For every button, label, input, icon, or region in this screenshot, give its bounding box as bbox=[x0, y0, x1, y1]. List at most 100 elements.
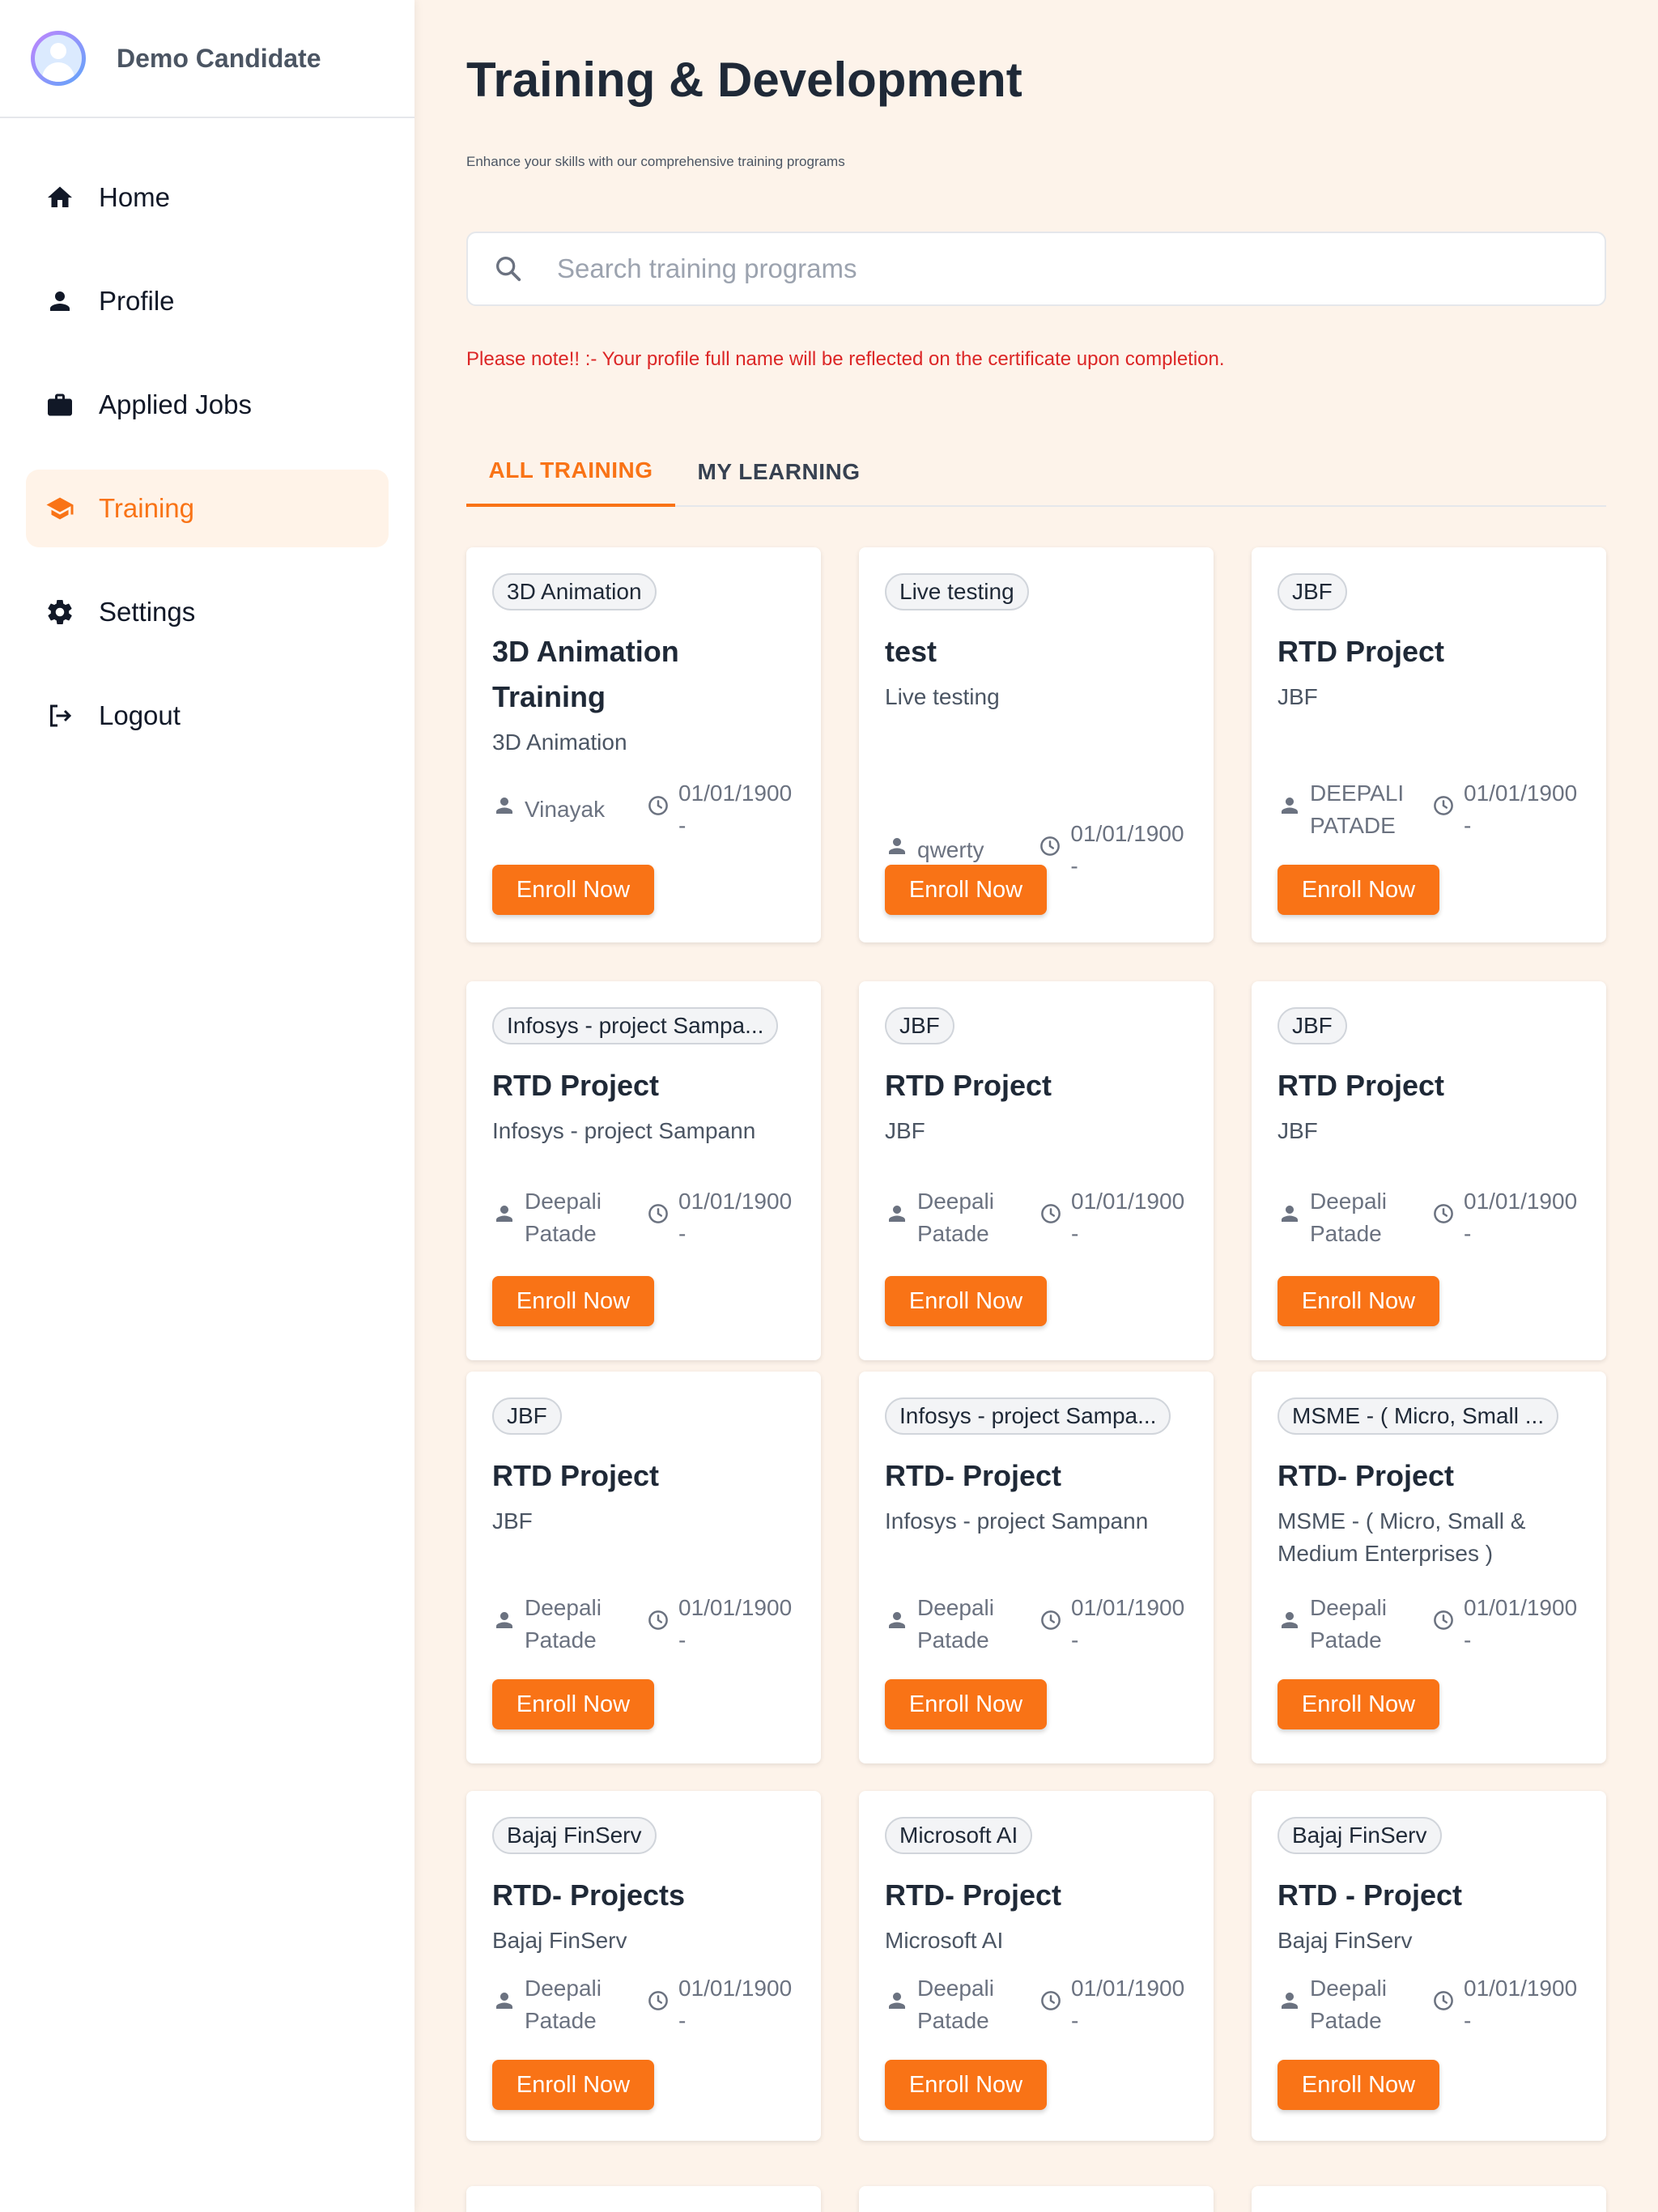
sidebar-item-applied-jobs[interactable]: Applied Jobs bbox=[26, 366, 389, 444]
enroll-now-button[interactable]: Enroll Now bbox=[885, 2060, 1047, 2110]
person-icon bbox=[885, 1989, 917, 2022]
training-card: JBF RTD Project JBF DEEPALI PATADE 01/01/190… bbox=[1252, 547, 1606, 942]
enroll-now-button[interactable]: Enroll Now bbox=[1278, 865, 1439, 915]
page-title: Training & Development bbox=[466, 53, 1022, 107]
card-title: RTD- Projects bbox=[492, 1878, 686, 1912]
clock-icon bbox=[1039, 1989, 1071, 2022]
enroll-now-button[interactable]: Enroll Now bbox=[1278, 2060, 1439, 2110]
author-name: Vinayak bbox=[525, 797, 606, 822]
enroll-now-button[interactable]: Enroll Now bbox=[1278, 1679, 1439, 1729]
date-text: 01/01/1900 - bbox=[678, 781, 793, 838]
training-card: Infosys - project Sampa... RTD- Project In… bbox=[859, 1372, 1214, 1763]
card-date: 01/01/1900 - bbox=[646, 777, 792, 842]
author-name: Deepali Patade bbox=[917, 1189, 994, 1246]
clock-icon bbox=[1039, 1608, 1071, 1641]
training-card-partial bbox=[1252, 2186, 1606, 2212]
date-text: 01/01/1900 - bbox=[1070, 821, 1184, 878]
sidebar-item-label: Home bbox=[99, 182, 171, 212]
card-author: Deepali Patade bbox=[1278, 1185, 1431, 1250]
card-description: Bajaj FinServ bbox=[492, 1928, 627, 1953]
card-author: Deepali Patade bbox=[885, 1972, 1039, 2037]
card-meta: Deepali Patade 01/01/1900 - bbox=[885, 1185, 1197, 1250]
sidebar-item-label: Logout bbox=[99, 700, 181, 730]
person-icon bbox=[885, 1608, 917, 1641]
card-meta: Deepali Patade 01/01/1900 - bbox=[885, 1592, 1197, 1657]
page-subtitle: Enhance your skills with our comprehensi… bbox=[466, 154, 845, 169]
card-description: Infosys - project Sampann bbox=[885, 1508, 1149, 1534]
date-text: 01/01/1900 - bbox=[678, 1976, 793, 2033]
clock-icon bbox=[1431, 1989, 1464, 2022]
sidebar-item-profile[interactable]: Profile bbox=[26, 262, 389, 340]
sidebar-header: Demo Candidate bbox=[0, 0, 414, 118]
sidebar-item-label: Training bbox=[99, 493, 194, 523]
card-meta: Deepali Patade 01/01/1900 - bbox=[492, 1592, 805, 1657]
enroll-now-button[interactable]: Enroll Now bbox=[492, 1276, 654, 1326]
tab-my-learning[interactable]: MY LEARNING bbox=[675, 437, 882, 507]
date-text: 01/01/1900 - bbox=[1071, 1976, 1185, 2033]
clock-icon bbox=[646, 1608, 678, 1641]
sidebar-item-settings[interactable]: Settings bbox=[26, 573, 389, 651]
clock-icon bbox=[1431, 1202, 1464, 1235]
card-author: DEEPALI PATADE bbox=[1278, 777, 1431, 842]
date-text: 01/01/1900 - bbox=[1464, 781, 1578, 838]
avatar[interactable] bbox=[31, 31, 86, 86]
enroll-now-button[interactable]: Enroll Now bbox=[1278, 1276, 1439, 1326]
author-name: Deepali Patade bbox=[1310, 1976, 1387, 2033]
person-icon bbox=[1278, 1989, 1310, 2022]
card-title: RTD Project bbox=[885, 1069, 1052, 1102]
category-chip: JBF bbox=[885, 1007, 954, 1044]
date-text: 01/01/1900 - bbox=[1464, 1189, 1578, 1246]
search-input[interactable] bbox=[557, 253, 1528, 284]
sidebar-item-training[interactable]: Training bbox=[26, 470, 389, 547]
card-meta: Deepali Patade 01/01/1900 - bbox=[1278, 1592, 1590, 1657]
tab-all-training[interactable]: ALL TRAINING bbox=[466, 437, 675, 507]
enroll-now-button[interactable]: Enroll Now bbox=[885, 1276, 1047, 1326]
date-text: 01/01/1900 - bbox=[1464, 1595, 1578, 1653]
card-title: RTD Project bbox=[492, 1069, 660, 1102]
category-chip: 3D Animation bbox=[492, 573, 657, 610]
enroll-now-button[interactable]: Enroll Now bbox=[885, 865, 1047, 915]
enroll-now-button[interactable]: Enroll Now bbox=[885, 1679, 1047, 1729]
training-card: JBF RTD Project JBF Deepali Patade 01/01/190… bbox=[859, 981, 1214, 1360]
card-meta: Deepali Patade 01/01/1900 - bbox=[885, 1972, 1197, 2037]
gear-icon bbox=[45, 598, 74, 627]
card-title: RTD- Project bbox=[1278, 1459, 1455, 1492]
card-author: Deepali Patade bbox=[492, 1185, 646, 1250]
card-title: RTD Project bbox=[1278, 1069, 1445, 1102]
category-chip: Live testing bbox=[885, 573, 1029, 610]
enroll-now-button[interactable]: Enroll Now bbox=[492, 1679, 654, 1729]
card-description: JBF bbox=[1278, 684, 1318, 709]
training-card: MSME - ( Micro, Small ... RTD- Project MSM… bbox=[1252, 1372, 1606, 1763]
search-bar[interactable] bbox=[466, 232, 1606, 306]
training-card: 3D Animation 3D Animation Training 3D Anim… bbox=[466, 547, 821, 942]
user-name: Demo Candidate bbox=[117, 43, 321, 73]
card-description: 3D Animation bbox=[492, 730, 627, 755]
person-icon bbox=[492, 1608, 525, 1641]
briefcase-icon bbox=[45, 390, 74, 419]
search-icon bbox=[496, 257, 521, 282]
sidebar-item-home[interactable]: Home bbox=[26, 159, 389, 236]
card-title: RTD- Project bbox=[885, 1459, 1062, 1492]
category-chip: Infosys - project Sampa... bbox=[492, 1007, 779, 1044]
person-icon bbox=[492, 793, 525, 827]
sidebar-item-logout[interactable]: Logout bbox=[26, 677, 389, 755]
card-meta: Deepali Patade 01/01/1900 - bbox=[1278, 1972, 1590, 2037]
category-chip: JBF bbox=[1278, 1007, 1347, 1044]
clock-icon bbox=[646, 1202, 678, 1235]
category-chip: JBF bbox=[1278, 573, 1347, 610]
card-date: 01/01/1900 - bbox=[646, 1592, 792, 1657]
clock-icon bbox=[646, 1989, 678, 2022]
enroll-now-button[interactable]: Enroll Now bbox=[492, 2060, 654, 2110]
tab-bar: ALL TRAINING MY LEARNING bbox=[466, 437, 1606, 507]
card-title: test bbox=[885, 635, 937, 668]
category-chip: Infosys - project Sampa... bbox=[885, 1397, 1171, 1435]
author-name: DEEPALI PATADE bbox=[1310, 781, 1405, 838]
home-icon bbox=[45, 183, 74, 212]
avatar-icon bbox=[35, 35, 82, 82]
date-text: 01/01/1900 - bbox=[1071, 1189, 1185, 1246]
clock-icon bbox=[1431, 1608, 1464, 1641]
card-author: Deepali Patade bbox=[492, 1592, 646, 1657]
enroll-now-button[interactable]: Enroll Now bbox=[492, 865, 654, 915]
category-chip: Microsoft AI bbox=[885, 1817, 1033, 1854]
training-card: Microsoft AI RTD- Project Microsoft AI Deep… bbox=[859, 1791, 1214, 2141]
